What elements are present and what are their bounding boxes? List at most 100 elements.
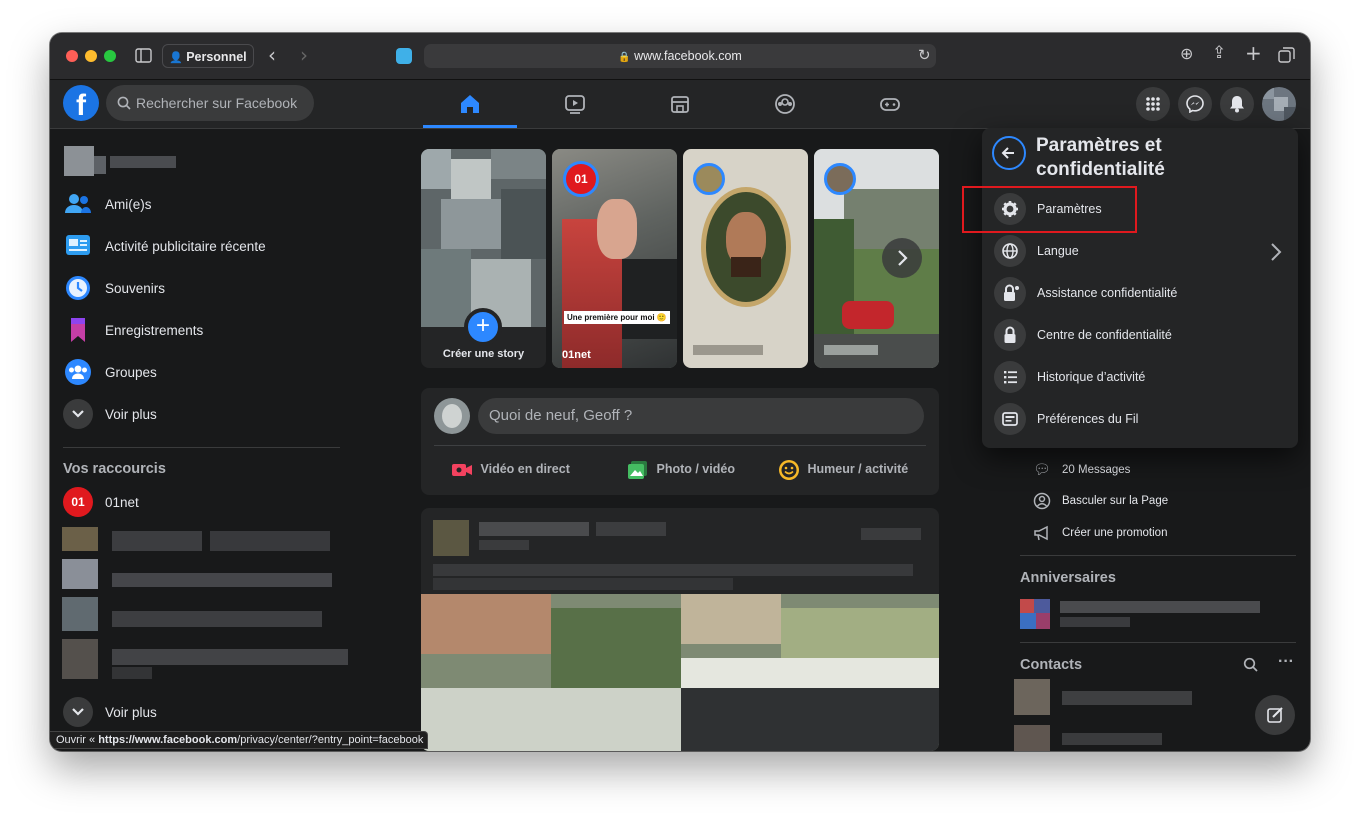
facebook-header: f Rechercher sur Facebook [50, 80, 1310, 129]
01net-logo-icon: 01 [63, 487, 93, 517]
sidebar-item-ad-activity[interactable]: Activité publicitaire récente [63, 229, 343, 265]
profile-label: Personnel [186, 50, 247, 64]
status-path: /privacy/center/?entry_point=facebook [237, 734, 424, 746]
page-messages-link[interactable]: 💬︎ 20 Messages [1033, 461, 1130, 481]
photo-video-button[interactable]: Photo / vidéo [627, 454, 735, 484]
menu-item-activity-log[interactable]: Historique d’activité [994, 359, 1290, 397]
bookmark-icon [71, 318, 85, 342]
notifications-button[interactable] [1220, 87, 1254, 121]
menu-item-language[interactable]: Langue [994, 233, 1290, 271]
story-card[interactable] [683, 149, 808, 368]
search-contacts-icon[interactable] [1243, 657, 1259, 673]
divider [434, 445, 926, 446]
feeling-activity-label: Humeur / activité [807, 462, 909, 476]
shortcuts-see-more-button[interactable]: Voir plus [63, 695, 343, 731]
back-button[interactable]: ‹ [268, 43, 276, 67]
address-bar[interactable]: 🔒 www.facebook.com [424, 44, 936, 68]
menu-item-feed-preferences[interactable]: Préférences du Fil [994, 401, 1290, 439]
menu-item-label: Langue [1037, 244, 1079, 258]
create-story-card[interactable]: + Créer une story [421, 149, 546, 368]
grid-icon [1146, 97, 1160, 111]
globe-icon [994, 235, 1026, 267]
smiley-icon [779, 459, 799, 480]
see-more-button[interactable]: Voir plus [63, 397, 343, 433]
account-avatar[interactable] [1262, 87, 1296, 121]
profile-selector[interactable]: 👤 Personnel ⌄ [162, 44, 254, 88]
left-sidebar: Ami(e)s Activité publicitaire récente So… [50, 129, 350, 751]
tab-home[interactable] [423, 80, 517, 128]
messenger-button[interactable] [1178, 87, 1212, 121]
create-promotion-link[interactable]: Créer une promotion [1033, 524, 1167, 544]
tab-gaming[interactable] [843, 80, 937, 128]
switch-page-link[interactable]: Basculer sur la Page [1033, 492, 1168, 512]
menu-item-privacy-center[interactable]: Centre de confidentialité [994, 317, 1290, 355]
friends-icon [65, 194, 91, 213]
01net-logo-icon: 01 [563, 161, 599, 197]
facebook-logo-icon[interactable]: f [63, 85, 99, 121]
minimize-window-button[interactable] [85, 50, 97, 62]
sidebar-item-label: Enregistrements [105, 323, 204, 338]
menu-title: Paramètres et confidentialité [1036, 134, 1165, 182]
search-icon [117, 96, 131, 110]
new-message-button[interactable] [1255, 695, 1295, 735]
menu-button[interactable] [1136, 87, 1170, 121]
settings-privacy-menu: Paramètres et confidentialité Paramètres… [982, 128, 1298, 448]
compose-icon [1267, 707, 1283, 723]
chevron-down-icon [63, 399, 93, 429]
sidebar-item-label: Activité publicitaire récente [105, 239, 266, 254]
extension-icon[interactable] [396, 48, 412, 64]
create-promotion-label: Créer une promotion [1062, 527, 1168, 539]
sidebar-item-groups[interactable]: Groupes [63, 355, 343, 391]
add-story-icon: + [464, 308, 502, 346]
home-icon [461, 95, 479, 113]
more-options-icon[interactable]: ··· [1278, 653, 1294, 671]
story-card[interactable]: 01 Une première pour moi 🙂 01net [552, 149, 677, 368]
reload-icon[interactable]: ↻ [918, 46, 931, 64]
next-stories-button[interactable] [882, 238, 922, 278]
tab-groups[interactable] [738, 80, 832, 128]
clock-icon [66, 276, 90, 300]
blurred-name [824, 345, 878, 355]
feeling-activity-button[interactable]: Humeur / activité [778, 454, 908, 484]
menu-item-privacy-checkup[interactable]: Assistance confidentialité [994, 275, 1290, 313]
menu-item-label: Assistance confidentialité [1037, 286, 1178, 300]
live-video-label: Vidéo en direct [480, 462, 570, 476]
gamepad-icon [880, 98, 900, 111]
lock-star-icon [994, 277, 1026, 309]
sidebar-toggle-icon[interactable] [135, 48, 152, 63]
highlight-box [962, 186, 1137, 233]
sidebar-item-label: Souvenirs [105, 281, 166, 296]
status-input[interactable]: Quoi de neuf, Geoff ? [478, 398, 924, 434]
messenger-icon [1186, 95, 1204, 114]
forward-button[interactable]: › [300, 43, 308, 67]
profile-switch-icon [1033, 492, 1051, 510]
chat-bubble-icon: 💬︎ [1033, 461, 1051, 477]
sidebar-item-label: Groupes [105, 365, 157, 380]
close-window-button[interactable] [66, 50, 78, 62]
shortcut-01net[interactable]: 01 01net [63, 485, 343, 521]
sidebar-item-label: Voir plus [105, 407, 157, 422]
divider [63, 447, 340, 448]
tab-marketplace[interactable] [633, 80, 727, 128]
post-composer: Quoi de neuf, Geoff ? Vidéo en direct Ph… [421, 388, 939, 495]
share-icon[interactable]: ⇪ [1212, 43, 1226, 63]
birthday-item[interactable] [1020, 599, 1270, 631]
new-tab-icon[interactable]: + [1245, 41, 1262, 65]
zoom-window-button[interactable] [104, 50, 116, 62]
tab-overview-icon[interactable] [1278, 47, 1295, 64]
live-video-button[interactable]: Vidéo en direct [451, 454, 570, 484]
feed-post [421, 508, 939, 751]
downloads-icon[interactable]: ⊕ [1180, 44, 1193, 63]
search-input[interactable]: Rechercher sur Facebook [106, 85, 314, 121]
search-placeholder: Rechercher sur Facebook [136, 95, 298, 111]
browser-window: 👤 Personnel ⌄ ‹ › 🔒 www.facebook.com ↻ ⊕… [50, 33, 1310, 751]
back-button[interactable] [992, 136, 1026, 170]
sidebar-item-memories[interactable]: Souvenirs [63, 271, 343, 307]
divider [1020, 555, 1296, 556]
live-video-icon [452, 463, 472, 476]
megaphone-icon [1034, 525, 1048, 541]
status-prefix: Ouvrir « [56, 734, 99, 746]
tab-watch[interactable] [528, 80, 622, 128]
sidebar-item-friends[interactable]: Ami(e)s [63, 187, 343, 223]
sidebar-item-saved[interactable]: Enregistrements [63, 313, 343, 349]
